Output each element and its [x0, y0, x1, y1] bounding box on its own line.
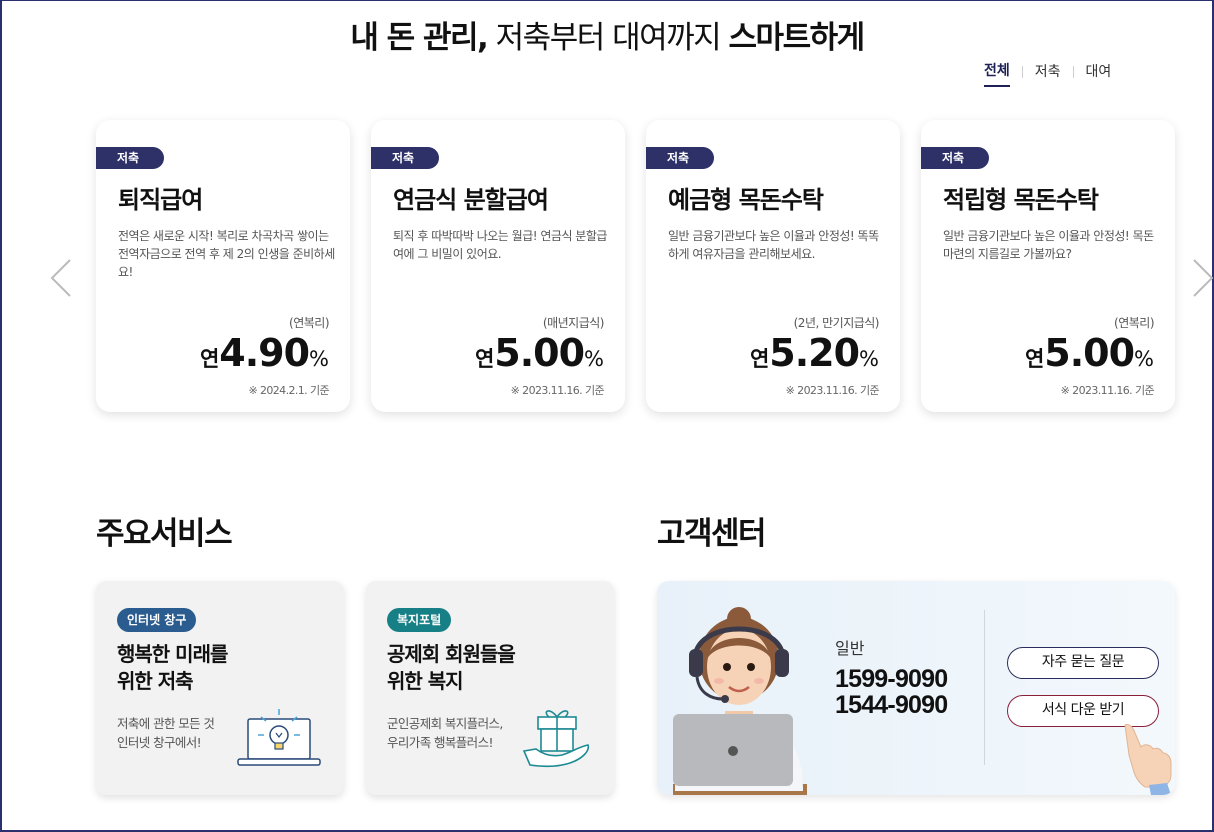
rate-type-note: (연복리) — [1114, 316, 1154, 330]
page-headline: 내 돈 관리, 저축부터 대여까지 스마트하게 — [0, 12, 1214, 57]
product-title: 연금식 분할급여 — [393, 186, 549, 214]
service-title-line: 공제회 회원들을 — [387, 642, 516, 666]
product-title: 적립형 목돈수탁 — [943, 186, 1099, 214]
faq-button[interactable]: 자주 묻는 질문 — [1007, 647, 1159, 679]
rate-prefix: 연 — [474, 347, 495, 371]
rate-basis-date: ※ 2023.11.16. 기준 — [1060, 384, 1155, 397]
phone-number[interactable]: 1544-9090 — [835, 691, 948, 720]
service-title-line: 행복한 미래를 — [117, 642, 228, 666]
product-description: 전역은 새로운 시작! 복리로 차곡차곡 쌓이는 전역자금으로 전역 후 제 2… — [118, 229, 335, 279]
carousel-prev-icon[interactable] — [50, 258, 72, 298]
tab-savings[interactable]: 저축 — [1035, 61, 1061, 86]
category-badge: 저축 — [96, 147, 164, 169]
product-card-installment-trust[interactable]: 저축 적립형 목돈수탁 일반 금융기관보다 높은 이율과 안정성! 목돈 마련의… — [921, 120, 1175, 412]
category-badge: 저축 — [921, 147, 989, 169]
laptop-lightbulb-icon — [237, 709, 321, 766]
service-card-internet-window[interactable]: 인터넷 창구 행복한 미래를 위한 저축 저축에 관한 모든 것 인터넷 창구에… — [96, 581, 344, 795]
phone-number[interactable]: 1599-9090 — [835, 665, 948, 694]
rate-value: 5.00 — [1044, 331, 1135, 375]
carousel-next-icon[interactable] — [1192, 258, 1214, 298]
interest-rate: 연5.00% — [1025, 331, 1154, 375]
rate-prefix: 연 — [1024, 347, 1045, 371]
rate-unit: % — [309, 347, 329, 371]
service-pill: 복지포털 — [387, 608, 452, 632]
headline-part2: 저축부터 대여까지 — [487, 20, 729, 56]
rate-value: 5.20 — [769, 331, 860, 375]
service-description-line: 군인공제회 복지플러스, — [387, 716, 503, 731]
product-card-deposit-trust[interactable]: 저축 예금형 목돈수탁 일반 금융기관보다 높은 이율과 안정성! 똑똑하게 여… — [646, 120, 900, 412]
rate-type-note: (2년, 만기지급식) — [793, 316, 880, 330]
service-description: 군인공제회 복지플러스, 우리가족 행복플러스! — [387, 714, 503, 752]
product-card-retirement[interactable]: 저축 퇴직급여 전역은 새로운 시작! 복리로 차곡차곡 쌓이는 전역자금으로 … — [96, 120, 350, 412]
product-filter-tabs: 전체 저축 대여 — [984, 60, 1111, 87]
service-title-line: 위한 저축 — [117, 669, 194, 693]
service-pill: 인터넷 창구 — [117, 608, 197, 632]
service-title: 공제회 회원들을 위한 복지 — [387, 641, 516, 695]
tab-loan[interactable]: 대여 — [1086, 61, 1112, 86]
service-card-welfare-portal[interactable]: 복지포털 공제회 회원들을 위한 복지 군인공제회 복지플러스, 우리가족 행복… — [366, 581, 614, 795]
interest-rate: 연5.20% — [750, 331, 879, 375]
headline-part3: 스마트하게 — [728, 20, 866, 56]
category-badge: 저축 — [371, 147, 439, 169]
service-description-line: 우리가족 행복플러스! — [387, 735, 493, 750]
rate-type-note: (연복리) — [289, 316, 329, 330]
headline-part1: 내 돈 관리, — [350, 20, 488, 56]
customer-center-card: 일반 1599-9090 1544-9090 자주 묻는 질문 서식 다운 받기 — [657, 581, 1175, 795]
gift-hand-icon — [522, 710, 590, 768]
product-card-annuity[interactable]: 저축 연금식 분할급여 퇴직 후 따박따박 나오는 월급! 연금식 분할급여에 … — [371, 120, 625, 412]
rate-unit: % — [859, 347, 879, 371]
rate-value: 5.00 — [494, 331, 585, 375]
rate-prefix: 연 — [749, 347, 770, 371]
rate-basis-date: ※ 2024.2.1. 기준 — [248, 384, 329, 397]
service-description: 저축에 관한 모든 것 인터넷 창구에서! — [117, 714, 215, 752]
rate-type-note: (매년지급식) — [542, 316, 605, 330]
service-description-line: 저축에 관한 모든 것 — [117, 716, 215, 731]
interest-rate: 연5.00% — [475, 331, 604, 375]
category-badge: 저축 — [646, 147, 714, 169]
service-description-line: 인터넷 창구에서! — [117, 735, 202, 750]
product-title: 예금형 목돈수탁 — [668, 186, 824, 214]
rate-basis-date: ※ 2023.11.16. 기준 — [510, 384, 605, 397]
vertical-divider — [984, 610, 985, 765]
rate-unit: % — [1134, 347, 1154, 371]
product-description: 퇴직 후 따박따박 나오는 월급! 연금식 분할급여에 그 비밀이 있어요. — [393, 229, 607, 261]
rate-basis-date: ※ 2023.11.16. 기준 — [785, 384, 880, 397]
tab-divider — [1072, 65, 1074, 78]
rate-value: 4.90 — [219, 331, 310, 375]
product-description: 일반 금융기관보다 높은 이율과 안정성! 목돈 마련의 지름길로 가볼까요? — [943, 229, 1154, 261]
pointing-hand-icon — [1124, 724, 1172, 795]
customer-center-title: 고객센터 — [657, 516, 767, 552]
general-inquiry-label: 일반 — [835, 639, 865, 658]
services-section-title: 주요서비스 — [96, 516, 233, 552]
tab-all[interactable]: 전체 — [984, 60, 1010, 87]
tab-divider — [1021, 65, 1023, 78]
product-description: 일반 금융기관보다 높은 이율과 안정성! 똑똑하게 여유자금을 관리해보세요. — [668, 229, 879, 261]
call-center-agent-illustration — [673, 607, 807, 795]
service-title: 행복한 미래를 위한 저축 — [117, 641, 228, 695]
interest-rate: 연4.90% — [200, 331, 329, 375]
rate-unit: % — [584, 347, 604, 371]
rate-prefix: 연 — [199, 347, 220, 371]
service-title-line: 위한 복지 — [387, 669, 464, 693]
product-title: 퇴직급여 — [118, 186, 203, 214]
